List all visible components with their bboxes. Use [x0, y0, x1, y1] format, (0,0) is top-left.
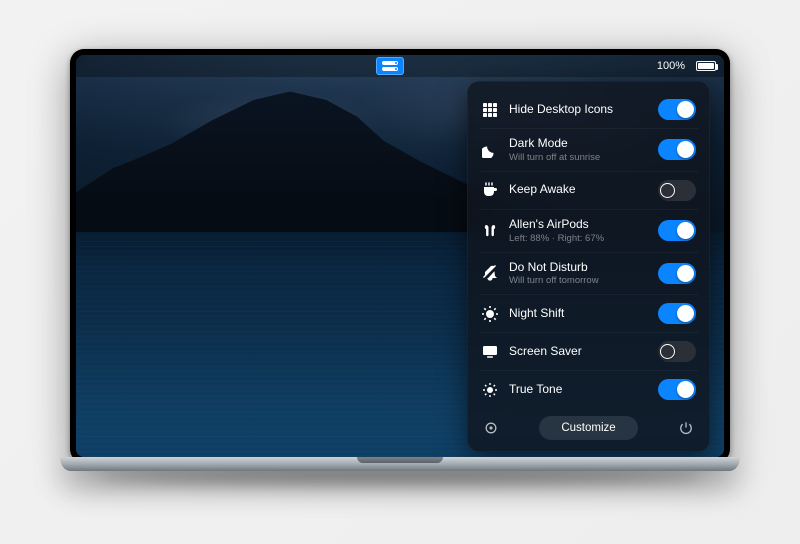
toggle-hide-desktop-icons[interactable] [658, 99, 696, 120]
dnd-icon [481, 264, 499, 282]
laptop-mockup: 100% Hide Desktop IconsDark ModeWill tur… [60, 49, 740, 489]
panel-label: Do Not Disturb [509, 261, 648, 275]
toggle-airpods[interactable] [658, 220, 696, 241]
panel-row-night-shift: Night Shift [479, 294, 698, 332]
panel-row-keep-awake: Keep Awake [479, 171, 698, 209]
power-icon[interactable] [678, 420, 694, 436]
coffee-icon [481, 181, 499, 199]
panel-label: Dark Mode [509, 137, 648, 151]
panel-sublabel: Left: 88% · Right: 67% [509, 233, 648, 244]
panel-sublabel: Will turn off tomorrow [509, 275, 648, 286]
grid-icon [481, 101, 499, 119]
laptop-base [60, 457, 740, 471]
panel-row-dark-mode: Dark ModeWill turn off at sunrise [479, 128, 698, 171]
toggle-keep-awake[interactable] [658, 180, 696, 201]
control-panel: Hide Desktop IconsDark ModeWill turn off… [467, 81, 710, 452]
panel-label: Hide Desktop Icons [509, 103, 648, 117]
panel-row-hide-desktop-icons: Hide Desktop Icons [479, 91, 698, 128]
panel-label: Keep Awake [509, 183, 648, 197]
laptop-notch [357, 457, 443, 463]
desktop: 100% Hide Desktop IconsDark ModeWill tur… [76, 55, 724, 457]
airpods-icon [481, 222, 499, 240]
toggle-dark-mode[interactable] [658, 139, 696, 160]
panel-label: True Tone [509, 383, 648, 397]
panel-row-airpods: Allen's AirPodsLeft: 88% · Right: 67% [479, 209, 698, 252]
toggle-true-tone[interactable] [658, 379, 696, 400]
app-menubar-icon[interactable] [376, 57, 404, 75]
settings-icon[interactable] [483, 420, 499, 436]
panel-row-screen-saver: Screen Saver [479, 332, 698, 370]
panel-label: Allen's AirPods [509, 218, 648, 232]
truetone-icon [481, 381, 499, 399]
panel-label: Screen Saver [509, 345, 648, 359]
panel-label: Night Shift [509, 307, 648, 321]
moon-icon [481, 141, 499, 159]
toggle-do-not-disturb[interactable] [658, 263, 696, 284]
customize-button[interactable]: Customize [539, 416, 637, 440]
battery-percent: 100% [657, 60, 685, 72]
panel-row-do-not-disturb: Do Not DisturbWill turn off tomorrow [479, 252, 698, 295]
panel-sublabel: Will turn off at sunrise [509, 152, 648, 163]
toggle-screen-saver[interactable] [658, 341, 696, 362]
battery-icon[interactable] [696, 61, 716, 71]
menu-bar: 100% [76, 55, 724, 77]
toggle-night-shift[interactable] [658, 303, 696, 324]
panel-row-true-tone: True Tone [479, 370, 698, 408]
display-icon [481, 343, 499, 361]
screen-bezel: 100% Hide Desktop IconsDark ModeWill tur… [70, 49, 730, 463]
nightshift-icon [481, 305, 499, 323]
